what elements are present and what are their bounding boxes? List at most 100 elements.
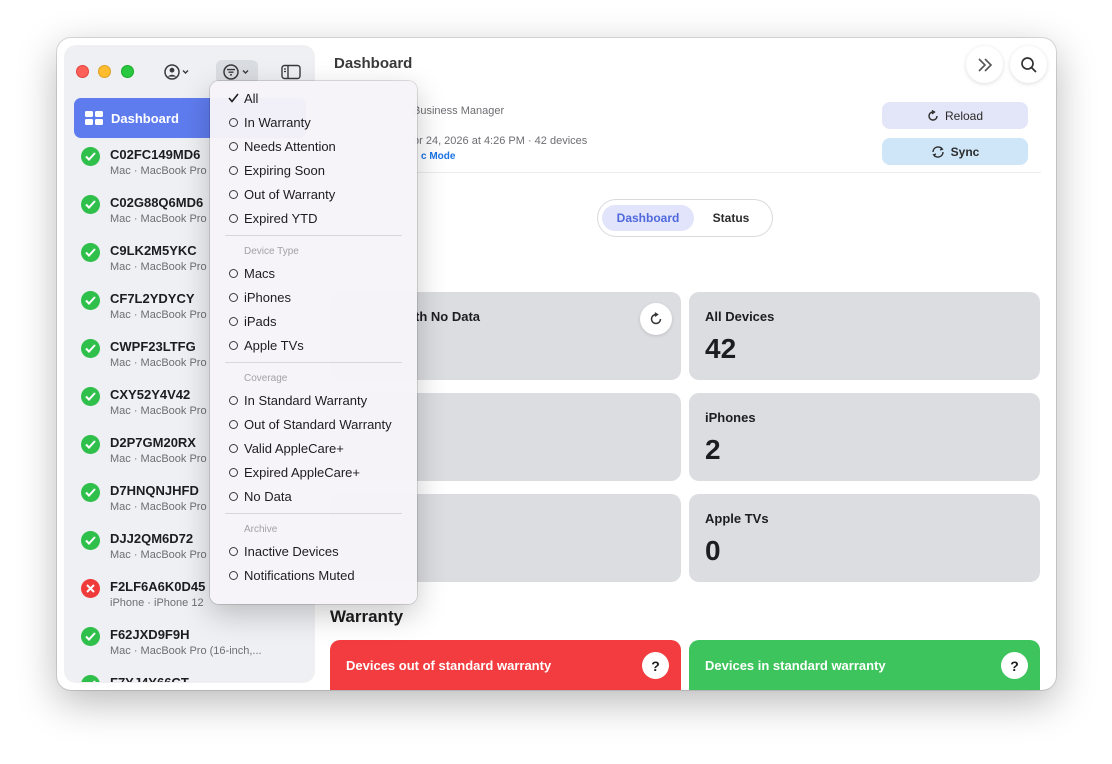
- device-model: Mac · MacBook Pro: [110, 213, 207, 225]
- device-text: C02FC149MD6 Mac · MacBook Pro: [110, 146, 207, 179]
- card-in-warranty[interactable]: Devices in standard warranty ?: [689, 640, 1040, 690]
- menu-separator: [225, 235, 402, 236]
- sync-icon: [931, 145, 945, 158]
- radio-circle-icon: [226, 544, 240, 558]
- chevron-double-right-icon: [977, 57, 992, 72]
- radio-circle-icon: [226, 139, 240, 153]
- checkmark-circle-icon: [81, 147, 100, 166]
- filter-menu-item[interactable]: Out of Warranty: [210, 182, 417, 206]
- card-all-devices[interactable]: All Devices 42: [689, 292, 1040, 380]
- filter-menu-item[interactable]: In Warranty: [210, 110, 417, 134]
- close-window-button[interactable]: [76, 65, 89, 78]
- radio-circle-icon: [226, 163, 240, 177]
- help-button[interactable]: ?: [1001, 652, 1028, 679]
- device-model: Mac · MacBook Pro (16-inch,...: [110, 645, 262, 657]
- filter-dropdown-menu: All In Warranty Needs Attention Expiring So…: [210, 81, 417, 604]
- filter-menu-item-label: Apple TVs: [244, 337, 304, 353]
- menu-section-header: Coverage: [244, 372, 288, 384]
- account-menu-button[interactable]: [160, 60, 194, 84]
- menu-section-header: Archive: [244, 523, 278, 535]
- device-text: D7HNQNJHFD Mac · MacBook Pro: [110, 482, 207, 515]
- device-text: DJJ2QM6D72 Mac · MacBook Pro: [110, 530, 207, 563]
- filter-menu-item[interactable]: Expired AppleCare+: [210, 460, 417, 484]
- filter-menu-item[interactable]: Needs Attention: [210, 134, 417, 158]
- card-label: th No Data: [415, 309, 480, 324]
- device-serial: C9LK2M5YKC: [110, 243, 197, 258]
- card-out-of-warranty[interactable]: Devices out of standard warranty ?: [330, 640, 681, 690]
- filter-menu-item[interactable]: Notifications Muted: [210, 563, 417, 587]
- checkmark-circle-icon: [81, 195, 100, 214]
- checkmark-circle-icon: [81, 675, 100, 682]
- device-serial: C02G88Q6MD6: [110, 195, 204, 210]
- device-serial: F2LF6A6K0D45: [110, 579, 206, 594]
- zoom-window-button[interactable]: [121, 65, 134, 78]
- checkmark-circle-icon: [81, 339, 100, 358]
- device-serial: D2P7GM20RX: [110, 435, 196, 450]
- app-window: Dashboard C02FC149MD6 Mac · MacBook Pro C0…: [57, 38, 1056, 690]
- filter-menu-item-label: Out of Warranty: [244, 186, 336, 202]
- help-button[interactable]: ?: [642, 652, 669, 679]
- device-text: D2P7GM20RX Mac · MacBook Pro: [110, 434, 207, 467]
- radio-circle-icon: [226, 393, 240, 407]
- sync-button[interactable]: Sync: [882, 138, 1028, 165]
- device-model: Mac · MacBook Pro: [110, 357, 207, 369]
- menu-separator: [225, 362, 402, 363]
- filter-menu-item-label: Expired YTD: [244, 210, 318, 226]
- account-info-card: Business Manager or 24, 2026 at 4:26 PM …: [327, 90, 1041, 173]
- device-text: CF7L2YDYCY Mac · MacBook Pro: [110, 290, 207, 323]
- device-list-item[interactable]: F7YJ4Y66CT: [65, 670, 314, 682]
- filter-menu-item[interactable]: All: [210, 86, 417, 110]
- filter-menu-item-label: Valid AppleCare+: [244, 440, 344, 456]
- search-button[interactable]: [1010, 46, 1047, 83]
- card-label: iPhones: [705, 410, 756, 425]
- filter-menu-item[interactable]: Macs: [210, 261, 417, 285]
- card-iphones[interactable]: iPhones 2: [689, 393, 1040, 481]
- radio-circle-icon: [226, 489, 240, 503]
- card-apple-tvs[interactable]: Apple TVs 0: [689, 494, 1040, 582]
- device-list-item[interactable]: F62JXD9F9H Mac · MacBook Pro (16-inch,...: [65, 622, 314, 670]
- filter-menu-item[interactable]: Apple TVs: [210, 333, 417, 357]
- filter-menu-item-label: iPads: [244, 313, 277, 329]
- radio-circle-icon: [226, 266, 240, 280]
- device-serial: DJJ2QM6D72: [110, 531, 194, 546]
- dashboard-icon: [85, 111, 103, 125]
- filter-menu-item-label: Expiring Soon: [244, 162, 325, 178]
- filter-menu-item[interactable]: In Standard Warranty: [210, 388, 417, 412]
- filter-menu-item[interactable]: Out of Standard Warranty: [210, 412, 417, 436]
- filter-menu-item[interactable]: Valid AppleCare+: [210, 436, 417, 460]
- checkmark-circle-icon: [81, 483, 100, 502]
- device-model: Mac · MacBook Pro: [110, 453, 207, 465]
- filter-icon: [223, 64, 249, 80]
- device-serial: CF7L2YDYCY: [110, 291, 195, 306]
- card-value: 2: [705, 434, 721, 465]
- menu-separator: [225, 513, 402, 514]
- device-serial: F7YJ4Y66CT: [110, 674, 189, 682]
- error-circle-icon: [81, 579, 100, 598]
- filter-menu-item-label: Expired AppleCare+: [244, 464, 360, 480]
- info-line3[interactable]: c Mode: [421, 151, 455, 162]
- filter-menu-item[interactable]: Expired YTD: [210, 206, 417, 230]
- minimize-window-button[interactable]: [98, 65, 111, 78]
- tab-dashboard[interactable]: Dashboard: [602, 205, 694, 231]
- filter-menu-item[interactable]: No Data: [210, 484, 417, 508]
- forward-button[interactable]: [966, 46, 1003, 83]
- person-circle-icon: [164, 64, 189, 80]
- info-line2: or 24, 2026 at 4:26 PM · 42 devices: [413, 135, 588, 147]
- filter-menu-item[interactable]: Inactive Devices: [210, 539, 417, 563]
- card-refresh-button[interactable]: [640, 303, 672, 335]
- filter-menu-item[interactable]: iPhones: [210, 285, 417, 309]
- filter-menu-item-label: No Data: [244, 488, 292, 504]
- checkmark-circle-icon: [81, 531, 100, 550]
- filter-menu-item-label: Notifications Muted: [244, 567, 355, 583]
- view-segmented-control: Dashboard Status: [598, 200, 772, 236]
- filter-menu-item[interactable]: Expiring Soon: [210, 158, 417, 182]
- card-label: All Devices: [705, 309, 775, 324]
- device-text: F2LF6A6K0D45 iPhone · iPhone 12: [110, 578, 205, 611]
- device-model: iPhone · iPhone 12: [110, 597, 204, 609]
- tab-status[interactable]: Status: [694, 205, 768, 231]
- sidebar-item-label: Dashboard: [111, 110, 179, 126]
- card-label: Apple TVs: [705, 511, 769, 526]
- reload-button[interactable]: Reload: [882, 102, 1028, 129]
- filter-menu-item[interactable]: iPads: [210, 309, 417, 333]
- search-icon: [1020, 56, 1037, 73]
